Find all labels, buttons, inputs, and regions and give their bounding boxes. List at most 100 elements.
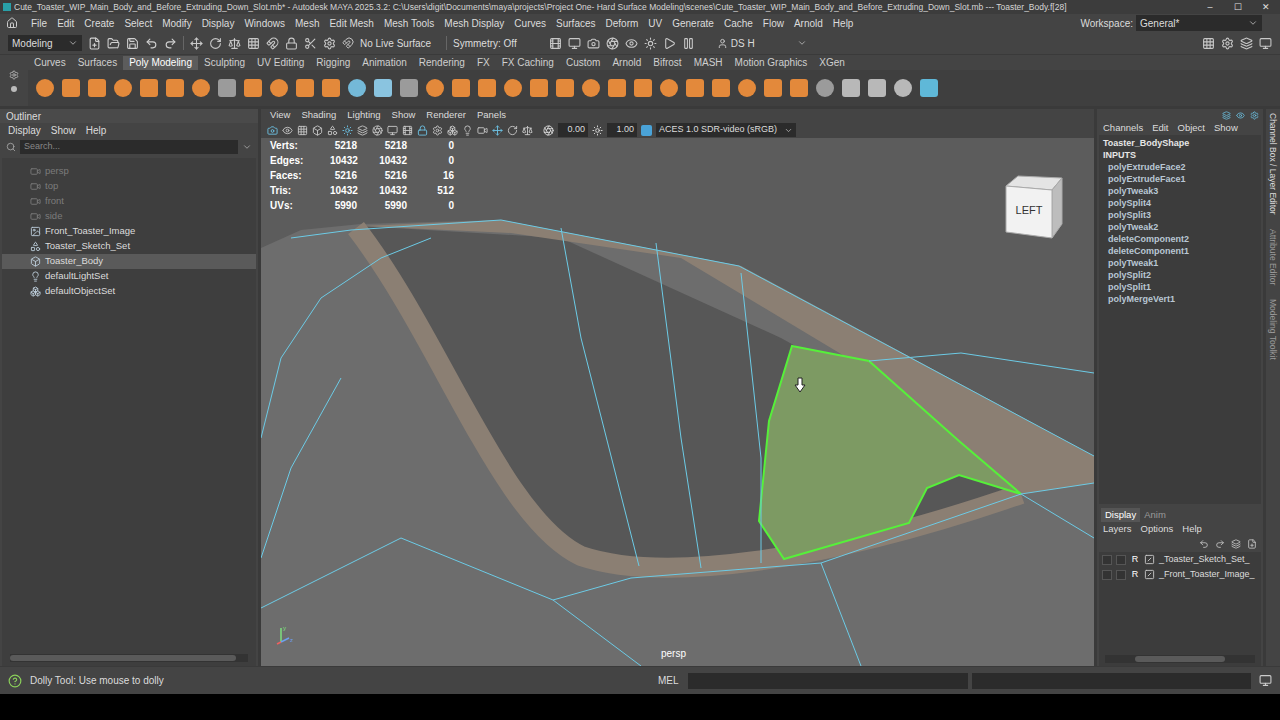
layer-tool-icon[interactable] [1215, 539, 1225, 549]
user-dropdown[interactable]: DS H [717, 36, 807, 51]
file-tool-icon[interactable] [126, 37, 139, 50]
menu-item[interactable]: Curves [509, 16, 551, 31]
shelf-tool-icon[interactable] [374, 79, 392, 97]
shelf-tool-icon[interactable] [842, 79, 860, 97]
layer-tool-icon[interactable] [1199, 539, 1209, 549]
menu-item[interactable]: Arnold [789, 16, 828, 31]
shelf-tool-icon[interactable] [894, 79, 912, 97]
layer-color-icon[interactable] [1144, 554, 1155, 565]
shelf-tab[interactable]: UV Editing [251, 56, 310, 70]
viewport-tool-icon[interactable] [477, 125, 488, 136]
render-tool-icon[interactable] [568, 37, 581, 50]
viewport-canvas[interactable]: Verts:521852180Edges:10432104320Faces:52… [261, 138, 1094, 666]
render-tool-icon[interactable] [549, 37, 562, 50]
viewport-tool-icon[interactable] [267, 125, 278, 136]
channel-menu-item[interactable]: Object [1178, 121, 1205, 135]
render-tool-icon[interactable] [644, 37, 657, 50]
visibility-box[interactable] [1102, 555, 1112, 565]
shelf-tab[interactable]: Custom [560, 56, 606, 70]
snap-tool-icon[interactable] [209, 37, 222, 50]
shelf-tool-icon[interactable] [452, 79, 470, 97]
snap-tool-icon[interactable] [266, 37, 279, 50]
channel-menu-item[interactable]: Show [1214, 121, 1238, 135]
menu-item[interactable]: Modify [157, 16, 196, 31]
playback-box[interactable] [1116, 570, 1126, 580]
input-node[interactable]: polyTweak3 [1103, 185, 1261, 197]
viewport-tool-icon[interactable] [492, 125, 503, 136]
search-options-icon[interactable] [242, 142, 252, 152]
workspace-dropdown[interactable]: General* [1136, 15, 1262, 31]
viewport-menu-item[interactable]: Lighting [342, 108, 385, 122]
menu-item[interactable]: Select [119, 16, 157, 31]
outliner-item[interactable]: persp [2, 164, 256, 179]
shelf-tool-icon[interactable] [816, 79, 834, 97]
render-tool-icon[interactable] [663, 37, 676, 50]
panel-toggle-icon[interactable] [1221, 37, 1234, 50]
layer-row[interactable]: R_Toaster_Sketch_Set_ [1099, 552, 1261, 567]
shelf-tab[interactable]: Rigging [310, 56, 356, 70]
shelf-tool-icon[interactable] [322, 79, 340, 97]
viewport-tool-icon[interactable] [402, 125, 413, 136]
layer-tab[interactable]: Display [1101, 508, 1140, 522]
panel-toggle-icon[interactable] [1240, 37, 1253, 50]
shelf-tool-icon[interactable] [244, 79, 262, 97]
layer-tab[interactable]: Anim [1140, 508, 1170, 522]
shelf-tab[interactable]: Poly Modeling [123, 56, 198, 70]
layer-tool-icon[interactable] [1231, 539, 1241, 549]
input-node[interactable]: polyTweak1 [1103, 257, 1261, 269]
channel-option-icon[interactable] [1236, 111, 1245, 120]
command-language[interactable]: MEL [658, 673, 688, 688]
snap-tool-icon[interactable] [285, 37, 298, 50]
channel-option-icon[interactable] [1250, 111, 1259, 120]
shelf-tool-icon[interactable] [192, 79, 210, 97]
snap-tool-icon[interactable] [247, 37, 260, 50]
shelf-tool-icon[interactable] [88, 79, 106, 97]
visibility-box[interactable] [1102, 570, 1112, 580]
side-tab[interactable]: Channel Box / Layer Editor [1267, 113, 1280, 215]
window-control[interactable]: – [1196, 0, 1224, 14]
menu-item[interactable]: Generate [667, 16, 719, 31]
window-control[interactable]: ✕ [1252, 0, 1280, 14]
outliner-item[interactable]: front [2, 194, 256, 209]
shelf-tool-icon[interactable] [712, 79, 730, 97]
layer-display-type[interactable]: R [1130, 553, 1140, 567]
layer-display-type[interactable]: R [1130, 568, 1140, 582]
outliner-item[interactable]: defaultObjectSet [2, 284, 256, 299]
viewport-tool-icon[interactable] [282, 125, 293, 136]
shelf-tool-icon[interactable] [634, 79, 652, 97]
menu-item[interactable]: Help [828, 16, 859, 31]
shelf-tab[interactable]: Arnold [606, 56, 647, 70]
layer-tool-icon[interactable] [1247, 539, 1257, 549]
menu-item[interactable]: Create [79, 16, 119, 31]
viewport-tool-icon[interactable] [297, 125, 308, 136]
viewport-tool-icon[interactable] [327, 125, 338, 136]
input-node[interactable]: polySplit4 [1103, 197, 1261, 209]
viewport-menu-item[interactable]: Show [387, 108, 421, 122]
shelf-tool-icon[interactable] [218, 79, 236, 97]
menu-item[interactable]: Windows [239, 16, 290, 31]
gamma-field[interactable]: 1.00 [607, 123, 637, 137]
viewport-menu-item[interactable]: Panels [472, 108, 511, 122]
viewport-tool-icon[interactable] [432, 125, 443, 136]
shelf-tool-icon[interactable] [296, 79, 314, 97]
input-node[interactable]: polyExtrudeFace1 [1103, 173, 1261, 185]
outliner-menu-item[interactable]: Help [86, 123, 107, 138]
menu-item[interactable]: Flow [758, 16, 789, 31]
outliner-item[interactable]: defaultLightSet [2, 269, 256, 284]
outliner-item[interactable]: side [2, 209, 256, 224]
shelf-tool-icon[interactable] [582, 79, 600, 97]
menu-item[interactable]: Surfaces [551, 16, 600, 31]
view-cube[interactable]: LEFT [996, 172, 1066, 242]
channel-option-icon[interactable] [1222, 111, 1231, 120]
outliner-menu-item[interactable]: Show [51, 123, 76, 138]
help-icon[interactable] [8, 674, 22, 688]
snap-tool-icon[interactable] [304, 37, 317, 50]
menu-item[interactable]: UV [643, 16, 667, 31]
shelf-tab[interactable]: FX Caching [496, 56, 560, 70]
home-icon[interactable] [6, 17, 18, 29]
input-node[interactable]: polySplit1 [1103, 281, 1261, 293]
shelf-tool-icon[interactable] [764, 79, 782, 97]
panel-toggle-icon[interactable] [1259, 37, 1272, 50]
shelf-tab[interactable]: Bifrost [647, 56, 687, 70]
shelf-tab[interactable]: Animation [356, 56, 412, 70]
